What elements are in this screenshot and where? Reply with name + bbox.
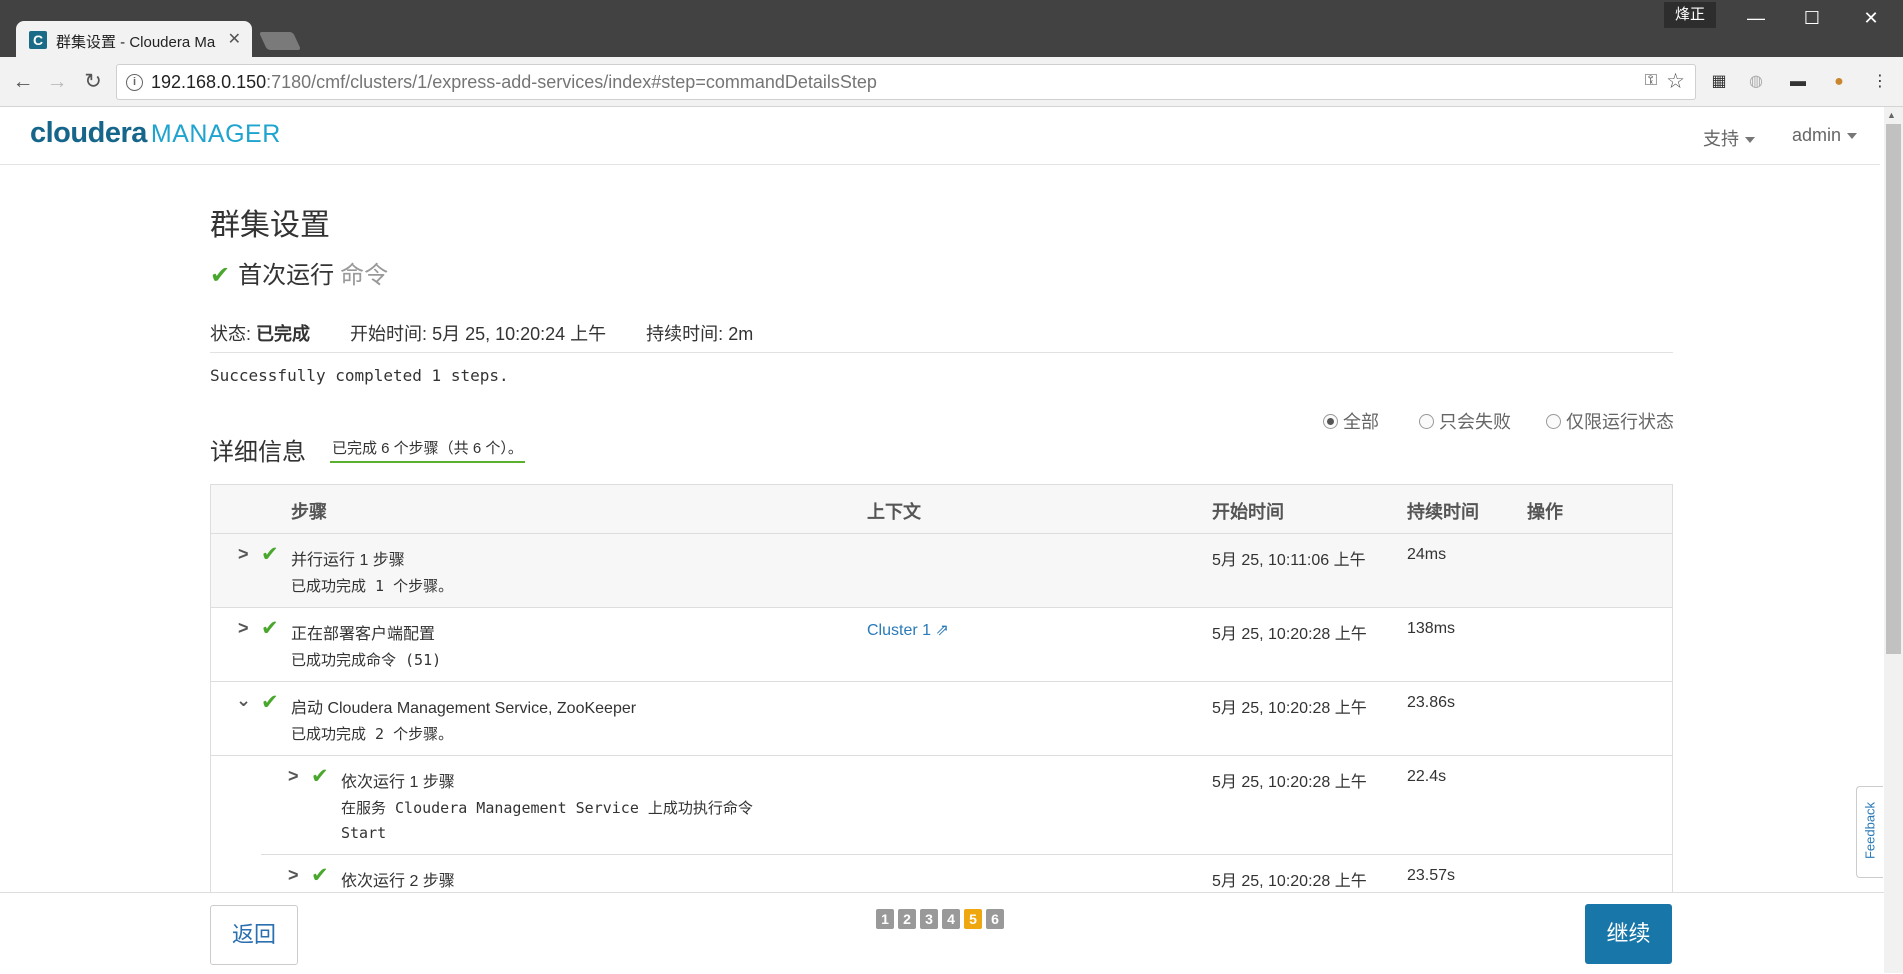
expand-chevron-right-icon[interactable]: > [288,865,299,886]
step-name: 依次运行 2 步骤 [341,873,455,890]
feedback-tab[interactable]: Feedback [1856,786,1883,878]
success-check-icon: ✔ [311,864,329,887]
success-check-icon: ✔ [261,691,279,714]
expand-chevron-right-icon[interactable]: > [238,544,249,565]
step-duration: 24ms [1407,546,1447,563]
step-description: 已成功完成命令 (51) [291,651,442,669]
divider [210,352,1673,353]
table-row-child: > ✔ 依次运行 2 步骤 5月 25, 10:20:28 上午 23.57s [261,855,1672,893]
step-indicator-1[interactable]: 1 [876,909,894,929]
continue-button[interactable]: 继续 [1585,904,1672,964]
cloudera-favicon-icon: C [29,31,47,49]
success-check-icon: ✔ [311,765,329,788]
step-start-time: 5月 25, 10:20:28 上午 [1212,626,1367,643]
filter-running-only-radio[interactable]: 仅限运行状态 [1546,408,1674,434]
step-indicator-5-current[interactable]: 5 [964,909,982,929]
cloudera-manager-logo[interactable]: cloudera MANAGER [30,117,281,150]
filter-all-radio[interactable]: 全部 [1323,408,1379,434]
browser-tab-title: 群集设置 - Cloudera Ma [56,34,216,51]
step-duration: 23.57s [1407,867,1456,884]
site-info-icon[interactable]: i [126,74,143,91]
new-tab-button[interactable] [258,32,302,50]
globe-extension-icon[interactable]: ◍ [1744,70,1768,94]
browser-tab[interactable]: C 群集设置 - Cloudera Ma ✕ [16,21,252,57]
step-duration: 22.4s [1407,768,1447,785]
app-header: cloudera MANAGER 支持 admin [0,107,1880,165]
step-indicator-2[interactable]: 2 [898,909,916,929]
minimize-icon[interactable]: — [1736,4,1776,32]
step-indicator-3[interactable]: 3 [920,909,938,929]
success-check-icon: ✔ [210,262,231,289]
browser-toolbar: ← → ↻ i 192.168.0.150:7180/cmf/clusters/… [0,57,1903,107]
step-name: 正在部署客户端配置 [291,626,436,643]
step-name: 并行运行 1 步骤 [291,552,405,569]
step-description: 已成功完成 1 个步骤。 [291,577,454,595]
success-check-icon: ✔ [261,543,279,566]
collapse-chevron-down-icon[interactable]: ⌄ [236,690,251,711]
qr-code-extension-icon[interactable]: ▦ [1707,70,1731,94]
expand-chevron-right-icon[interactable]: > [238,618,249,639]
table-row: > ✔ 正在部署客户端配置 已成功完成命令 (51) Cluster 1 ⇗ 5… [211,608,1672,682]
address-url: 192.168.0.150:7180/cmf/clusters/1/expres… [151,72,877,92]
user-menu[interactable]: admin [1792,125,1858,146]
caret-down-icon [1745,137,1755,144]
expand-chevron-right-icon[interactable]: > [288,766,299,787]
step-start-time: 5月 25, 10:20:28 上午 [1212,774,1367,791]
browser-tab-bar: C 群集设置 - Cloudera Ma ✕ 烽正 — ☐ ✕ [0,0,1903,57]
context-link-cluster[interactable]: Cluster 1 ⇗ [867,620,949,640]
scrollbar-thumb[interactable] [1886,124,1901,654]
column-actions: 操作 [1527,502,1563,522]
step-description: 已成功完成 2 个步骤。 [291,725,454,743]
step-duration: 23.86s [1407,694,1456,711]
column-step[interactable]: 步骤 [291,498,327,524]
step-start-time: 5月 25, 10:20:28 上午 [1212,700,1367,717]
step-indicator-4[interactable]: 4 [942,909,960,929]
support-menu[interactable]: 支持 [1703,125,1755,151]
steps-table: 步骤 上下文 开始时间 持续时间 操作 > ✔ 并行运行 1 步骤 已成功完成 … [210,484,1673,894]
step-duration: 138ms [1407,620,1456,637]
table-row: > ✔ 并行运行 1 步骤 已成功完成 1 个步骤。 5月 25, 10:11:… [211,534,1672,608]
details-title: 详细信息 [210,439,306,466]
table-row-child: > ✔ 依次运行 1 步骤 在服务 Cloudera Management Se… [261,756,1672,855]
step-name: 启动 Cloudera Management Service, ZooKeepe… [291,700,637,717]
filter-failed-only-radio[interactable]: 只会失败 [1419,408,1511,434]
wizard-footer: 返回 123456 继续 [0,892,1884,974]
reload-icon[interactable]: ↻ [80,69,106,95]
step-start-time: 5月 25, 10:11:06 上午 [1212,552,1366,569]
address-bar[interactable]: i 192.168.0.150:7180/cmf/clusters/1/expr… [116,64,1696,100]
mask-extension-icon[interactable]: ▬ [1786,70,1810,94]
external-link-icon: ⇗ [935,622,949,639]
caret-down-icon [1847,133,1858,140]
command-title: ✔ 首次运行 命令 [210,262,389,289]
step-description: 在服务 Cloudera Management Service 上成功执行命令 S… [341,799,753,842]
scroll-up-icon[interactable]: ▲ [1887,110,1896,120]
back-arrow-icon[interactable]: ← [10,69,36,95]
browser-menu-icon[interactable]: ⋮ [1868,70,1892,94]
key-icon[interactable]: ⚿ [1645,72,1657,90]
bookmark-star-icon[interactable]: ☆ [1666,69,1685,94]
cookie-extension-icon[interactable]: ● [1827,70,1851,94]
column-start-time[interactable]: 开始时间 [1212,498,1284,524]
step-indicator-6[interactable]: 6 [986,909,1004,929]
page-title: 群集设置 [210,209,330,242]
table-header: 步骤 上下文 开始时间 持续时间 操作 [211,485,1672,534]
command-status-line: 状态: 已完成 开始时间: 5月 25, 10:20:24 上午 持续时间: 2m [210,324,754,344]
step-name: 依次运行 1 步骤 [341,774,455,791]
step-start-time: 5月 25, 10:20:28 上午 [1212,873,1367,890]
back-button[interactable]: 返回 [210,905,298,965]
browser-profile-badge[interactable]: 烽正 [1664,2,1716,28]
table-row: ⌄ ✔ 启动 Cloudera Management Service, ZooK… [211,682,1672,756]
close-window-icon[interactable]: ✕ [1851,4,1891,32]
forward-arrow-icon[interactable]: → [44,69,70,95]
column-duration[interactable]: 持续时间 [1407,498,1479,524]
wizard-step-indicator: 123456 [876,909,1008,929]
command-result-message: Successfully completed 1 steps. [210,366,509,385]
column-context[interactable]: 上下文 [867,498,921,524]
maximize-icon[interactable]: ☐ [1792,4,1832,32]
details-progress-badge: 已完成 6 个步骤（共 6 个）。 [330,437,525,463]
close-tab-icon[interactable]: ✕ [228,29,241,49]
success-check-icon: ✔ [261,617,279,640]
